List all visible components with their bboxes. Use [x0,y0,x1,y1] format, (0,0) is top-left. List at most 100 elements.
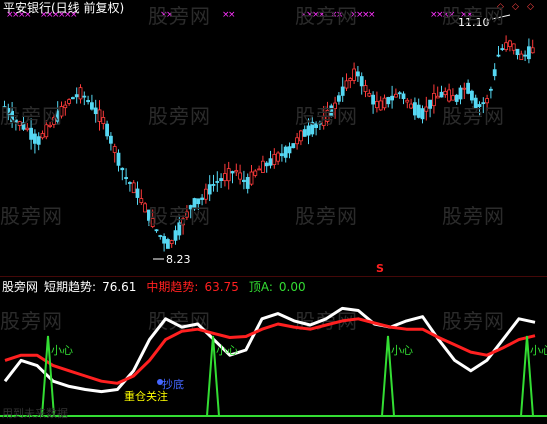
candle-body [101,117,106,125]
candle-body [86,100,90,103]
candle-body [431,93,436,107]
top-right-marker: ◇ [527,2,534,12]
candle-body [287,146,292,154]
bottom-buy-label: 抄底 [162,377,184,391]
candle-body [363,85,368,92]
caution-label: 小心 [391,344,413,357]
candle-body [234,170,239,173]
candle-body [63,104,68,109]
candle-body [302,129,307,137]
candle-body [127,182,132,184]
watermark: 股旁网 [0,204,63,228]
candle-body [488,88,493,91]
candle-body [298,130,303,142]
candle-body [257,168,262,171]
candle-body [276,152,281,162]
candle-body [169,240,174,244]
candle-body [219,178,224,181]
watermark: 股旁网 [295,104,358,128]
candle-body [97,109,102,122]
candle-body [504,42,509,51]
candle-body [348,78,353,82]
candle-body [135,188,140,198]
candle-body [165,239,170,249]
indicator-chart[interactable]: 小心 小心 小心 小心 抄底 重仓关注 [0,275,547,420]
mid-trend-label: 中期趋势: [146,280,199,294]
watermark: 股旁网 [148,104,211,128]
candle-body [109,135,113,144]
candle-body [374,100,379,109]
candle-body [416,104,421,118]
candle-body [382,97,387,109]
candle-body [238,172,243,180]
candle-body [279,153,284,157]
candle-body [393,93,398,98]
watermark: 股旁网 [295,4,358,28]
candle-body [340,86,345,96]
candle-body [260,160,265,173]
candle-body [241,179,246,183]
footer-note: 用到未来数据 [2,407,68,420]
candle-body [367,93,372,97]
watermark: 股旁网 [148,4,211,28]
candle-body [264,162,269,167]
mid-trend-line [4,317,536,385]
candle-body [230,171,235,174]
top-marker: × [368,10,376,20]
candle-body [173,230,178,241]
top-a-value: 0.00 [278,280,306,294]
candle-body [439,91,444,98]
watermark: 股旁网 [442,204,505,228]
candle-body [93,107,98,115]
candle-body [291,143,296,149]
candle-body [215,181,220,183]
caution-label: 小心 [51,344,73,357]
candle-body [78,87,83,100]
watermark: 股旁网 [442,104,505,128]
candle-body [412,102,417,116]
candle-body [469,90,474,101]
candle-body [272,154,277,165]
candle-body [492,69,497,77]
short-trend-value: 76.61 [102,280,137,294]
candle-body [112,146,117,153]
candle-body [154,229,159,232]
candle-body [71,97,75,100]
candle-body [397,92,402,95]
top-marker: × [228,10,236,20]
candle-body [352,68,357,81]
indicator-legend: 股旁网 短期趋势: 76.61 中期趋势: 63.75 顶A: 0.00 [2,278,312,295]
candle-body [409,103,414,109]
indicator-name: 股旁网 [2,280,39,294]
candle-body [523,54,527,57]
candle-body [116,152,121,166]
focus-label: 重仓关注 [124,389,168,403]
candle-body [359,76,364,87]
short-trend-label: 短期趋势: [44,280,97,294]
candle-body [283,146,288,158]
candle-body [462,87,467,90]
candle-body [131,182,136,194]
candle-body [386,96,391,105]
candle-body [371,94,376,105]
candle-body [40,133,45,139]
candle-body [207,184,212,195]
candle-body [139,198,144,203]
candle-body [143,203,148,213]
candle-body [390,95,395,101]
candlestick-chart[interactable]: × × × × × × × × × × × × × × × × × × × × × × × × × × × × × × 11.10 8.23 S… [0,0,547,275]
low-price-label: 8.23 [166,253,191,266]
candle-body [203,188,208,200]
candle-body [105,123,109,137]
short-trend-line [3,306,536,394]
candle-body [245,177,250,189]
candle-body [420,108,425,120]
candle-body [458,87,463,100]
candle-body [435,95,440,99]
candle-body [355,71,360,77]
caution-label: 小心 [216,344,238,357]
candle-body [443,91,448,96]
sell-signal-mark: S [376,262,384,275]
candle-body [74,94,79,98]
candle-body [519,53,524,61]
